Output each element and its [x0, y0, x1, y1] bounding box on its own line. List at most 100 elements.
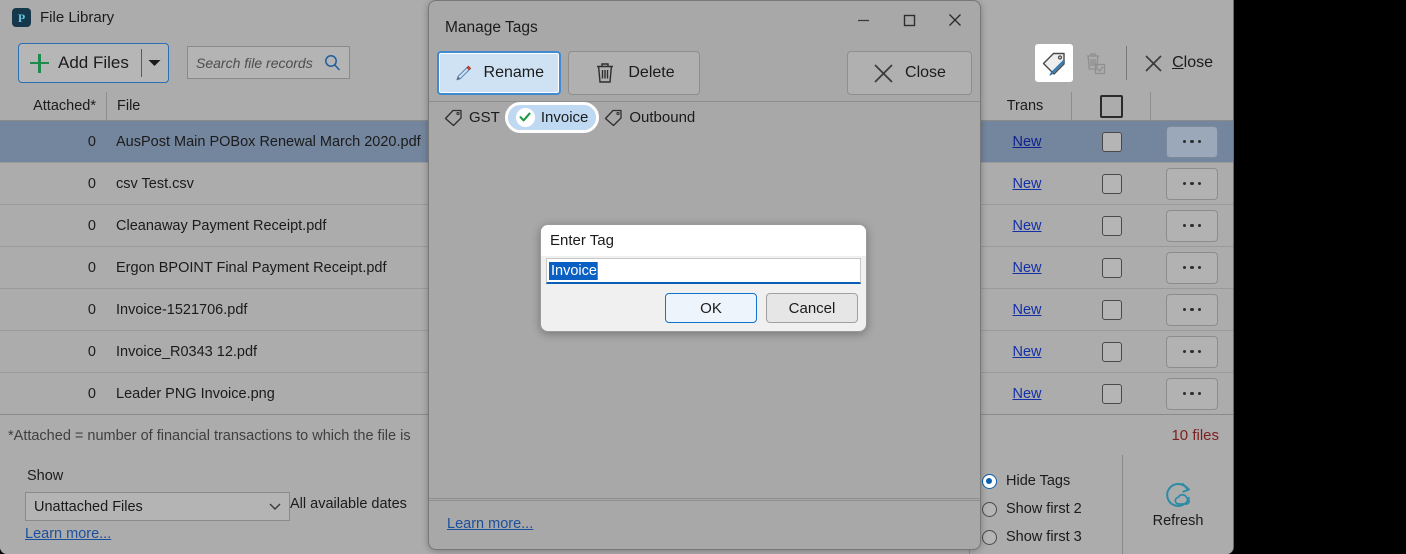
- row-menu-button[interactable]: [1166, 335, 1218, 368]
- column-header-attached[interactable]: Attached*: [0, 92, 106, 120]
- enter-tag-buttons: OK Cancel: [665, 293, 858, 323]
- tag-display-radio-option[interactable]: Show first 3: [982, 523, 1122, 551]
- dialog-maximize-button[interactable]: [886, 3, 932, 37]
- tag-chip[interactable]: GST: [436, 105, 508, 130]
- trans-link[interactable]: New: [1012, 260, 1041, 276]
- row-checkbox[interactable]: [1102, 299, 1122, 320]
- learn-more-link[interactable]: Learn more...: [25, 526, 111, 542]
- show-filter-value: Unattached Files: [34, 498, 143, 515]
- app-logo-icon: P: [12, 8, 31, 27]
- trash-checkbox-icon: [1073, 41, 1117, 85]
- dialog-close-toolbar-button[interactable]: Close: [847, 51, 972, 95]
- tag-label: Outbound: [629, 108, 696, 126]
- radio-label: Show first 2: [1006, 501, 1082, 517]
- delete-button-label: Delete: [628, 64, 675, 81]
- row-checkbox[interactable]: [1102, 383, 1122, 404]
- chevron-down-icon: [269, 503, 281, 510]
- refresh-label: Refresh: [1152, 513, 1204, 529]
- dialog-footer: Learn more...: [429, 500, 980, 549]
- cancel-button[interactable]: Cancel: [766, 293, 858, 323]
- row-menu-button[interactable]: [1166, 167, 1218, 200]
- cell-menu: [1151, 205, 1233, 246]
- row-menu-button[interactable]: [1166, 209, 1218, 242]
- refresh-button[interactable]: Refresh: [1122, 455, 1233, 554]
- tag-label: Invoice: [540, 108, 589, 126]
- trans-link[interactable]: New: [1012, 344, 1041, 360]
- cell-checkbox: [1073, 163, 1151, 204]
- row-menu-button[interactable]: [1166, 125, 1218, 158]
- cell-trans: New: [981, 247, 1073, 288]
- cell-attached: 0: [87, 301, 96, 318]
- row-checkbox[interactable]: [1102, 257, 1122, 278]
- dialog-close-label: Close: [905, 64, 946, 81]
- trans-link[interactable]: New: [1012, 176, 1041, 192]
- cell-attached: 0: [87, 175, 96, 192]
- radio-label: Hide Tags: [1006, 473, 1071, 489]
- cell-attached: 0: [87, 343, 96, 360]
- cell-checkbox: [1073, 121, 1151, 162]
- add-files-dropdown[interactable]: [142, 44, 168, 82]
- file-count: 10 files: [1171, 427, 1219, 444]
- refresh-cloud-icon: [1166, 482, 1190, 507]
- tag-list: GST Invoice Outbound: [429, 101, 980, 133]
- radio-button[interactable]: [982, 529, 997, 545]
- row-menu-button[interactable]: [1166, 377, 1218, 410]
- show-label: Show: [27, 468, 64, 484]
- row-menu-button[interactable]: [1166, 293, 1218, 326]
- cell-trans: New: [981, 205, 1073, 246]
- page-title: File Library: [40, 9, 115, 26]
- row-checkbox[interactable]: [1102, 215, 1122, 236]
- dialog-window-controls: [840, 3, 978, 35]
- add-files-label: Add Files: [58, 53, 129, 72]
- cell-attached: 0: [87, 133, 96, 150]
- radio-button[interactable]: [982, 473, 997, 489]
- trans-link[interactable]: New: [1012, 134, 1041, 150]
- trans-link[interactable]: New: [1012, 302, 1041, 318]
- cell-attached: 0: [87, 217, 96, 234]
- tag-edit-icon[interactable]: [1035, 44, 1074, 82]
- radio-button[interactable]: [982, 501, 997, 517]
- cell-menu: [1151, 373, 1233, 414]
- select-all-checkbox[interactable]: [1099, 94, 1123, 118]
- dialog-title: Manage Tags: [445, 19, 538, 36]
- date-filter-label[interactable]: All available dates: [290, 496, 407, 512]
- enter-tag-input[interactable]: Invoice: [546, 258, 861, 284]
- dialog-close-button[interactable]: [932, 3, 978, 37]
- toolbar-divider: [1126, 46, 1128, 80]
- tag-chip[interactable]: Invoice: [504, 101, 600, 133]
- dialog-learn-more-link[interactable]: Learn more...: [447, 516, 533, 532]
- add-files-main[interactable]: Add Files: [19, 44, 141, 82]
- radio-label: Show first 3: [1006, 529, 1082, 545]
- column-header-trans[interactable]: Trans: [979, 92, 1071, 120]
- close-button[interactable]: Close: [1136, 48, 1225, 79]
- tag-edit-glyph: [1042, 52, 1065, 76]
- row-checkbox[interactable]: [1102, 341, 1122, 362]
- search-icon: [325, 55, 341, 71]
- chevron-down-icon: [148, 60, 161, 66]
- search-placeholder: Search file records: [196, 54, 313, 71]
- plus-icon: [30, 53, 49, 73]
- trans-link[interactable]: New: [1012, 218, 1041, 234]
- tag-display-radio-option[interactable]: Hide Tags: [982, 467, 1122, 495]
- dialog-minimize-button[interactable]: [840, 3, 886, 37]
- delete-button[interactable]: Delete: [568, 51, 700, 95]
- tag-chip[interactable]: Outbound: [596, 105, 703, 130]
- tag-display-radio-option[interactable]: Show first 2: [982, 495, 1122, 523]
- show-filter-select[interactable]: Unattached Files: [25, 492, 290, 521]
- add-files-button[interactable]: Add Files: [18, 43, 169, 83]
- row-checkbox[interactable]: [1102, 173, 1122, 194]
- trans-link[interactable]: New: [1012, 386, 1041, 402]
- row-checkbox[interactable]: [1102, 131, 1122, 152]
- check-icon: [515, 107, 535, 127]
- rename-button[interactable]: Rename: [437, 51, 561, 95]
- cell-menu: [1151, 163, 1233, 204]
- search-input[interactable]: Search file records: [187, 46, 350, 79]
- row-menu-button[interactable]: [1166, 251, 1218, 284]
- close-x-icon: [1145, 54, 1162, 72]
- cell-checkbox: [1073, 289, 1151, 330]
- column-header-select-all[interactable]: [1072, 92, 1150, 120]
- dialog-toolbar: Rename Delete Close: [429, 45, 980, 102]
- enter-tag-header: Enter Tag: [541, 225, 866, 256]
- ok-button[interactable]: OK: [665, 293, 757, 323]
- cell-trans: New: [981, 121, 1073, 162]
